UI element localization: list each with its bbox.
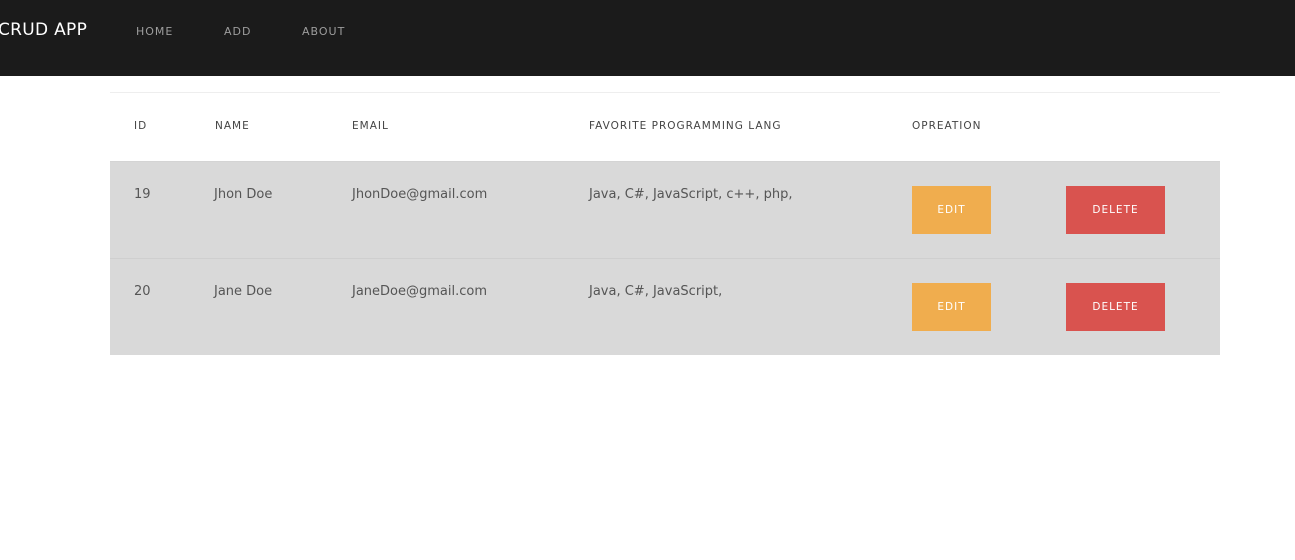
table-row: 19 Jhon Doe JhonDoe@gmail.com Java, C#, …	[110, 162, 1220, 259]
header-favorite-lang: FAVORITE PROGRAMMING LANG	[589, 120, 782, 132]
edit-button[interactable]: EDIT	[912, 283, 991, 331]
nav-about-link[interactable]: ABOUT	[302, 25, 345, 38]
delete-button[interactable]: DELETE	[1066, 283, 1165, 331]
cell-email: JhonDoe@gmail.com	[352, 187, 488, 202]
cell-id: 19	[134, 187, 151, 202]
cell-favorite-lang: Java, C#, JavaScript,	[589, 284, 723, 299]
cell-favorite-lang: Java, C#, JavaScript, c++, php,	[589, 187, 793, 202]
nav-add-link[interactable]: ADD	[224, 25, 251, 38]
navbar: CRUD APP HOME ADD ABOUT	[0, 0, 1295, 76]
header-email: EMAIL	[352, 120, 389, 132]
cell-name: Jhon Doe	[214, 187, 273, 202]
nav-home-link[interactable]: HOME	[136, 25, 173, 38]
brand-title[interactable]: CRUD APP	[0, 20, 87, 40]
cell-name: Jane Doe	[214, 284, 273, 299]
table-row: 20 Jane Doe JaneDoe@gmail.com Java, C#, …	[110, 259, 1220, 355]
delete-button[interactable]: DELETE	[1066, 186, 1165, 234]
edit-button[interactable]: EDIT	[912, 186, 991, 234]
header-name: NAME	[215, 120, 250, 132]
header-operation: OPREATION	[912, 120, 982, 132]
cell-id: 20	[134, 284, 151, 299]
table-header-row: ID NAME EMAIL FAVORITE PROGRAMMING LANG …	[110, 93, 1220, 162]
header-id: ID	[134, 120, 148, 132]
cell-email: JaneDoe@gmail.com	[352, 284, 488, 299]
